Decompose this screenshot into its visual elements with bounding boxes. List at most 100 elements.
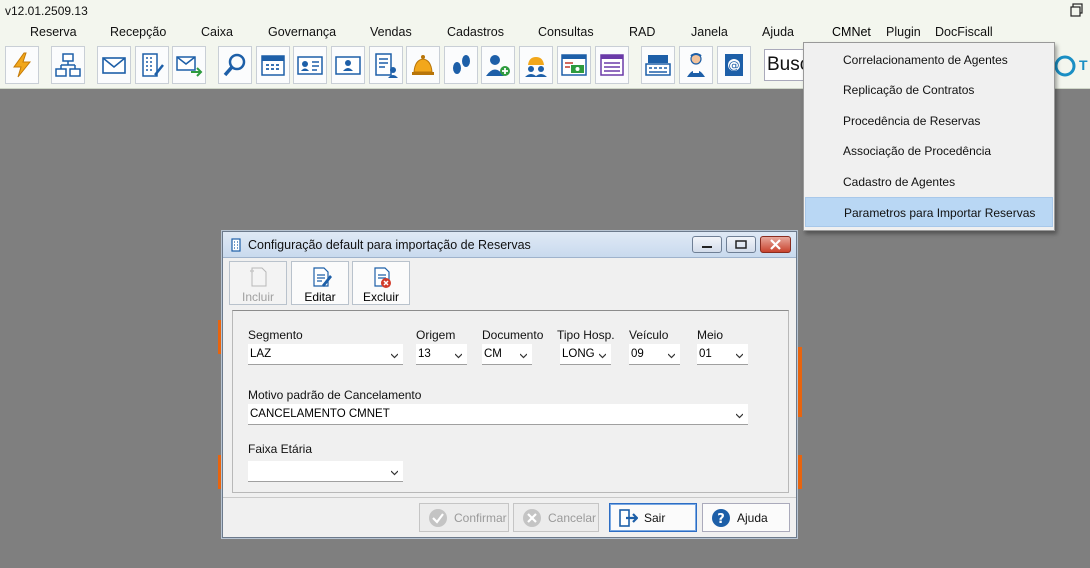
menu-item-associacao-procedencia[interactable]: Associação de Procedência — [805, 136, 1053, 166]
motivo-select[interactable]: CANCELAMENTO CMNET — [248, 404, 748, 425]
dialog-titlebar: Configuração default para importação de … — [223, 232, 796, 258]
edit-document-icon — [313, 267, 332, 287]
documento-value: CM — [484, 348, 502, 360]
menu-janela[interactable]: Janela — [691, 25, 728, 39]
delete-document-icon — [374, 267, 391, 288]
meio-select[interactable]: 01 — [697, 344, 748, 365]
dialog-title: Configuração default para importação de … — [248, 238, 531, 252]
excluir-button[interactable]: Excluir — [352, 261, 410, 305]
menu-rad[interactable]: RAD — [629, 25, 655, 39]
calendar-icon[interactable] — [256, 46, 290, 84]
dialog-footer: Confirmar Cancelar Sair ? Ajuda — [223, 497, 796, 537]
ajuda-button[interactable]: ? Ajuda — [702, 503, 790, 532]
motivo-label: Motivo padrão de Cancelamento — [248, 388, 422, 402]
cmnet-dropdown-menu: Correlacionamento de Agentes Replicação … — [803, 42, 1055, 231]
org-chart-icon[interactable] — [51, 46, 85, 84]
editar-button[interactable]: Editar — [291, 261, 349, 305]
menu-recepcao[interactable]: Recepção — [110, 25, 166, 39]
search-icon[interactable] — [218, 46, 252, 84]
menu-ajuda[interactable]: Ajuda — [762, 25, 794, 39]
building-icon[interactable] — [135, 46, 169, 84]
menu-plugin[interactable]: Plugin — [886, 25, 921, 39]
svg-text:?: ? — [717, 512, 725, 527]
settings-panel: Segmento LAZ Origem 13 Documento CM Tipo… — [232, 310, 789, 493]
menu-vendas[interactable]: Vendas — [370, 25, 412, 39]
list-window-icon[interactable] — [595, 46, 629, 84]
menu-item-parametros-importar-reservas[interactable]: Parametros para Importar Reservas — [805, 197, 1053, 227]
incluir-label: Incluir — [241, 290, 274, 304]
tipo-hosp-value: LONG — [562, 348, 595, 360]
segmento-label: Segmento — [248, 328, 303, 342]
tipo-hosp-select[interactable]: LONG — [560, 344, 611, 365]
menu-item-cadastro-agentes[interactable]: Cadastro de Agentes — [805, 167, 1053, 197]
veiculo-label: Veículo — [629, 328, 669, 342]
incluir-button[interactable]: Incluir — [229, 261, 287, 305]
menu-consultas[interactable]: Consultas — [538, 25, 594, 39]
ajuda-label: Ajuda — [737, 510, 768, 525]
new-document-icon — [250, 267, 267, 287]
cancelar-button[interactable]: Cancelar — [513, 503, 599, 532]
origem-value: 13 — [418, 348, 431, 360]
meio-label: Meio — [697, 328, 724, 342]
id-card-icon[interactable] — [293, 46, 327, 84]
excluir-label: Excluir — [362, 290, 399, 304]
minimize-icon — [702, 246, 712, 248]
background-marker — [797, 347, 802, 417]
veiculo-value: 09 — [631, 348, 644, 360]
id-card-2-icon[interactable] — [331, 46, 365, 84]
chevron-down-icon — [520, 353, 527, 359]
origem-select[interactable]: 13 — [416, 344, 467, 365]
housekeeper-icon[interactable] — [679, 46, 713, 84]
sair-button[interactable]: Sair — [609, 503, 697, 532]
register-icon[interactable] — [641, 46, 675, 84]
confirmar-label: Confirmar — [454, 510, 507, 525]
bell-icon[interactable] — [406, 46, 440, 84]
building-icon — [231, 238, 241, 252]
mail-forward-icon[interactable] — [172, 46, 206, 84]
app-titlebar: v12.01.2509.13 — [0, 0, 1090, 22]
minimize-button[interactable] — [692, 236, 722, 253]
money-window-icon[interactable] — [557, 46, 591, 84]
restore-window-icon[interactable] — [1070, 3, 1084, 17]
maximize-icon — [735, 240, 747, 249]
footprints-icon[interactable] — [444, 46, 478, 84]
maximize-button[interactable] — [726, 236, 756, 253]
menu-docfiscall[interactable]: DocFiscall — [935, 25, 993, 39]
faixa-etaria-select[interactable] — [248, 461, 403, 482]
logo-letter: T — [1079, 57, 1088, 73]
group-icon[interactable] — [519, 46, 553, 84]
chevron-down-icon — [668, 353, 675, 359]
veiculo-select[interactable]: 09 — [629, 344, 680, 365]
lightning-icon[interactable] — [5, 46, 39, 84]
at-book-icon[interactable]: @ — [717, 46, 751, 84]
svg-text:@: @ — [729, 59, 740, 72]
checklist-user-icon[interactable] — [369, 46, 403, 84]
background-marker — [797, 455, 802, 489]
chevron-down-icon — [391, 470, 398, 476]
menu-caixa[interactable]: Caixa — [201, 25, 233, 39]
documento-select[interactable]: CM — [482, 344, 532, 365]
documento-label: Documento — [482, 328, 544, 342]
chevron-down-icon — [599, 353, 606, 359]
help-icon: ? — [712, 508, 730, 527]
add-user-icon[interactable] — [481, 46, 515, 84]
config-dialog: Configuração default para importação de … — [222, 231, 797, 538]
menu-cadastros[interactable]: Cadastros — [447, 25, 504, 39]
menu-reserva[interactable]: Reserva — [30, 25, 77, 39]
origem-label: Origem — [416, 328, 456, 342]
chevron-down-icon — [736, 413, 743, 419]
close-icon — [770, 239, 781, 250]
menu-item-procedencia-reservas[interactable]: Procedência de Reservas — [805, 106, 1053, 136]
menu-bar: Reserva Recepção Caixa Governança Vendas… — [0, 22, 1090, 43]
segmento-select[interactable]: LAZ — [248, 344, 403, 365]
mail-icon[interactable] — [97, 46, 131, 84]
close-button[interactable] — [760, 236, 791, 253]
confirmar-button[interactable]: Confirmar — [419, 503, 509, 532]
menu-cmnet[interactable]: CMNet — [832, 25, 871, 39]
menu-item-correlacionamento-agentes[interactable]: Correlacionamento de Agentes — [805, 45, 1053, 75]
meio-value: 01 — [699, 348, 712, 360]
menu-governanca[interactable]: Governança — [268, 25, 336, 39]
motivo-value: CANCELAMENTO CMNET — [250, 408, 390, 420]
sair-label: Sair — [644, 510, 666, 525]
menu-item-replicacao-contratos[interactable]: Replicação de Contratos — [805, 75, 1053, 105]
